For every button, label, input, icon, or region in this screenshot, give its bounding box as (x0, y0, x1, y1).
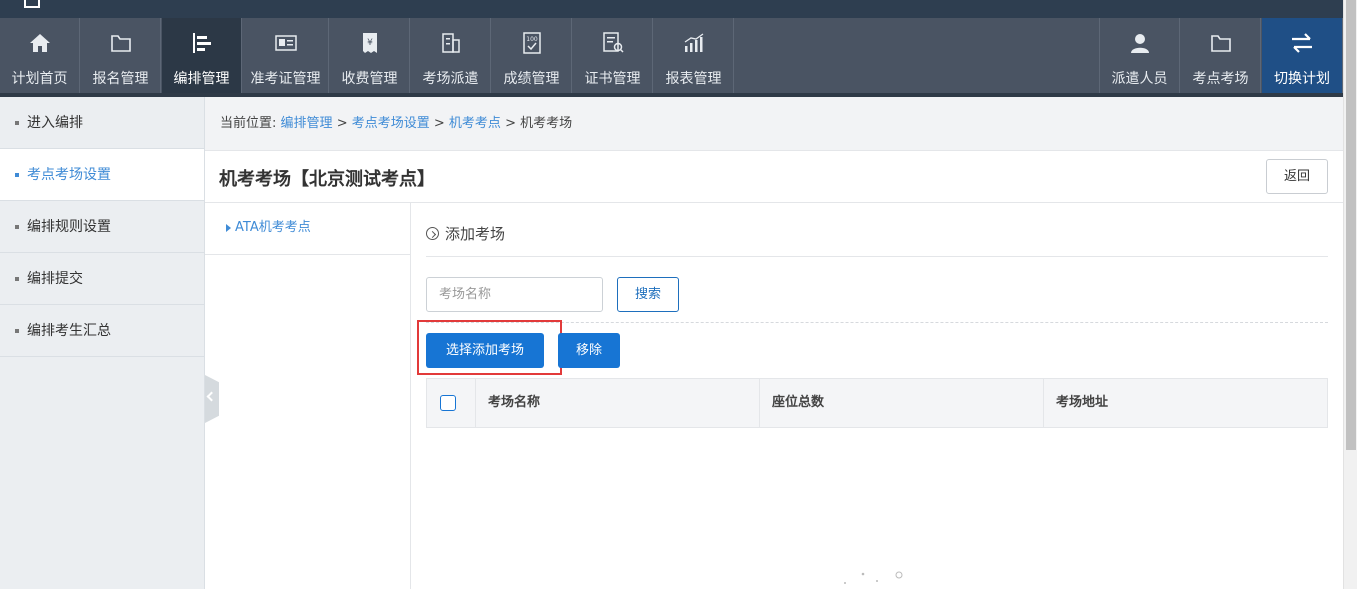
page-title: 机考考场【北京测试考点】 (219, 169, 435, 190)
page-scrollbar[interactable] (1343, 0, 1357, 589)
nav-room-dispatch[interactable]: 考场派遣 (411, 18, 491, 93)
nav-label: 派遣人员 (1111, 71, 1168, 87)
left-sidebar: 进入编排 考点考场设置 编排规则设置 编排提交 编排考生汇总 (0, 97, 205, 589)
folder-icon (81, 30, 160, 56)
nav-reports[interactable]: 报表管理 (654, 18, 734, 93)
loading-indicator (841, 568, 911, 589)
home-icon (0, 30, 79, 56)
sidebar-item-label: 编排规则设置 (27, 219, 111, 235)
nav-registration[interactable]: 报名管理 (81, 18, 161, 93)
bullet-icon (15, 225, 19, 229)
tree-item-ata-site[interactable]: ATA机考考点 (205, 203, 410, 255)
nav-fees[interactable]: ¥ 收费管理 (330, 18, 410, 93)
nav-label: 证书管理 (584, 71, 641, 87)
column-header-room-name[interactable]: 考场名称 (476, 379, 760, 427)
scrollbar-thumb[interactable] (1346, 0, 1356, 450)
add-room-link[interactable]: 添加考场 (426, 223, 505, 244)
bullet-icon (15, 121, 19, 125)
sidebar-item-label: 编排考生汇总 (27, 323, 111, 339)
column-header-address[interactable]: 考场地址 (1044, 379, 1327, 427)
breadcrumb-separator: > (336, 116, 352, 131)
table-header: 考场名称 座位总数 考场地址 (426, 378, 1328, 428)
nav-admission-ticket[interactable]: 准考证管理 (243, 18, 329, 93)
breadcrumb: 当前位置: 编排管理 > 考点考场设置 > 机考考点 > 机考考场 (205, 97, 1343, 151)
breadcrumb-current: 机考考场 (520, 116, 573, 131)
nav-label: 计划首页 (11, 71, 68, 87)
remove-button[interactable]: 移除 (558, 333, 620, 368)
bullet-icon (15, 277, 19, 281)
main-content: 添加考场 搜索 选择添加考场 移除 考场名称 座位总数 考场地址 (411, 203, 1343, 589)
nav-label: 报名管理 (92, 71, 149, 87)
nav-label: 报表管理 (665, 71, 722, 87)
nav-switch-plan[interactable]: 切换计划 (1262, 18, 1343, 93)
site-tree-panel: ATA机考考点 (205, 203, 411, 589)
caret-right-icon (226, 224, 231, 232)
breadcrumb-link-site-settings[interactable]: 考点考场设置 (352, 116, 430, 131)
nav-label: 准考证管理 (250, 71, 321, 87)
sidebar-item-candidate-summary[interactable]: 编排考生汇总 (0, 305, 204, 357)
select-all-cell (427, 379, 476, 427)
title-bar: 机考考场【北京测试考点】 返回 (205, 151, 1343, 203)
svg-text:100: 100 (526, 36, 538, 43)
switch-arrows-icon (1262, 30, 1342, 56)
logo-icon (24, 0, 40, 8)
nav-label: 切换计划 (1274, 71, 1330, 87)
nav-scheduling[interactable]: 编排管理 (162, 18, 242, 93)
building-icon (411, 30, 490, 56)
svg-text:¥: ¥ (367, 38, 373, 48)
folder-icon (1181, 30, 1260, 56)
breadcrumb-separator: > (433, 116, 449, 131)
nav-scores[interactable]: 100 成绩管理 (492, 18, 572, 93)
select-add-room-label: 选择添加考场 (445, 343, 524, 358)
room-name-search-input[interactable] (426, 277, 603, 312)
circle-arrow-icon (426, 227, 439, 240)
select-all-checkbox[interactable] (440, 395, 456, 411)
sidebar-item-label: 考点考场设置 (27, 167, 111, 183)
breadcrumb-separator: > (505, 116, 521, 131)
bullet-icon (15, 173, 19, 177)
score-icon: 100 (492, 30, 571, 56)
sidebar-item-rule-settings[interactable]: 编排规则设置 (0, 201, 204, 253)
sidebar-item-label: 进入编排 (27, 115, 83, 131)
tree-item-label: ATA机考考点 (235, 220, 311, 235)
sidebar-item-submit[interactable]: 编排提交 (0, 253, 204, 305)
dashed-divider (426, 322, 1328, 323)
nav-label: 考场派遣 (422, 71, 479, 87)
sidebar-item-site-room-settings[interactable]: 考点考场设置 (0, 149, 204, 201)
add-room-label: 添加考场 (445, 225, 506, 243)
nav-dispatch-staff[interactable]: 派遣人员 (1099, 18, 1180, 93)
nav-label: 收费管理 (341, 71, 398, 87)
nav-plan-home[interactable]: 计划首页 (0, 18, 80, 93)
person-icon (1100, 30, 1179, 56)
nav-label: 编排管理 (173, 71, 230, 87)
divider (426, 256, 1328, 257)
schedule-icon (162, 30, 241, 56)
column-header-seat-count[interactable]: 座位总数 (760, 379, 1044, 427)
chart-icon (654, 30, 733, 56)
id-card-icon (243, 30, 328, 56)
nav-label: 成绩管理 (503, 71, 560, 87)
bullet-icon (15, 329, 19, 333)
breadcrumb-link-cbt-site[interactable]: 机考考点 (449, 116, 501, 131)
certificate-icon (573, 30, 652, 56)
nav-label: 考点考场 (1192, 71, 1249, 87)
nav-exam-sites[interactable]: 考点考场 (1181, 18, 1261, 93)
select-add-room-button[interactable]: 选择添加考场 (417, 320, 562, 375)
breadcrumb-prefix: 当前位置: (220, 116, 277, 131)
yen-receipt-icon: ¥ (330, 30, 409, 56)
search-button[interactable]: 搜索 (617, 277, 679, 312)
sidebar-item-enter-scheduling[interactable]: 进入编排 (0, 97, 204, 149)
sidebar-item-label: 编排提交 (27, 271, 83, 287)
top-strip (0, 0, 1343, 18)
back-button[interactable]: 返回 (1266, 159, 1328, 194)
breadcrumb-link-scheduling[interactable]: 编排管理 (281, 116, 333, 131)
top-nav: 计划首页 报名管理 编排管理 准考证管理 ¥ 收费管理 考场派遣 100 成绩管 (0, 18, 1343, 97)
nav-certificates[interactable]: 证书管理 (573, 18, 653, 93)
